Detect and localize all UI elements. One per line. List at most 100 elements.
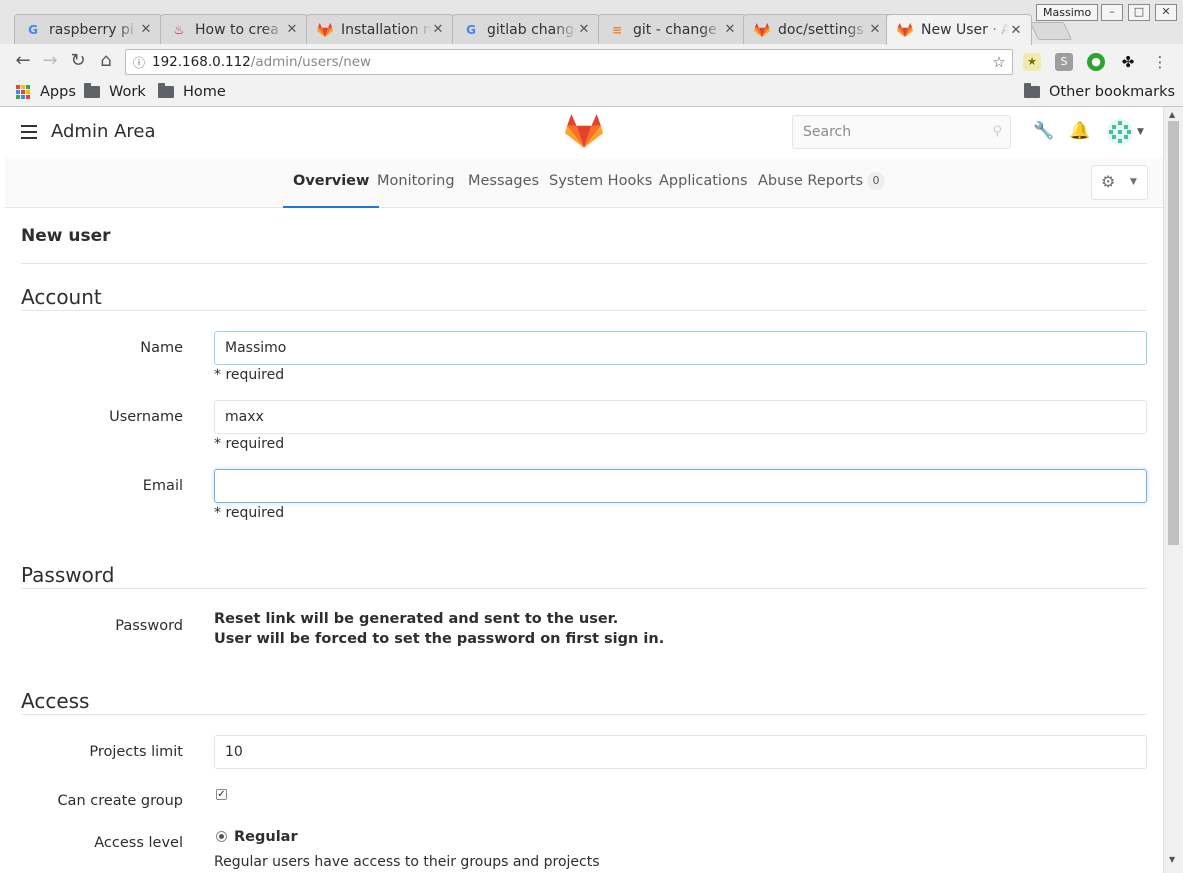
required-hint: * required [214,436,285,452]
browser-tab[interactable]: ≡ git - change ✕ [598,14,746,44]
close-icon[interactable]: ✕ [723,22,737,37]
search-input[interactable]: Search ⚲ [792,115,1011,149]
folder-icon [84,83,100,98]
menu-dots-icon[interactable]: ⋮ [1151,53,1169,71]
scrollbar[interactable]: ▲ ▼ [1163,107,1183,873]
chevron-down-icon[interactable]: ▼ [1137,127,1144,137]
stackoverflow-icon: ≡ [611,22,623,37]
google-icon: G [466,22,476,37]
search-icon: ⚲ [992,124,1002,139]
email-label: Email [142,478,183,494]
gear-icon: ⚙ [1101,172,1116,191]
info-icon[interactable]: ⓘ [126,54,152,71]
required-hint: * required [214,505,285,521]
reload-icon[interactable]: ↻ [65,48,91,74]
gitlab-icon [317,22,333,38]
header-title[interactable]: Admin Area [51,121,156,142]
tab-system-hooks[interactable]: System Hooks [549,158,652,208]
bookmark-folder-other[interactable]: Other bookmarks [1024,82,1175,102]
name-field[interactable]: Massimo [214,331,1147,365]
close-icon[interactable]: ✕ [431,22,445,37]
access-level-label: Access level [94,835,183,851]
raspberry-icon: ♨ [173,22,185,37]
tab-overview[interactable]: Overview [283,158,380,208]
access-level-help: Regular users have access to their group… [214,854,600,870]
url-path: /admin/users/new [250,54,372,70]
hamburger-menu-icon[interactable] [21,125,37,139]
maximize-icon[interactable]: □ [1128,4,1150,21]
abuse-count-badge: 0 [867,172,886,190]
bookmark-apps[interactable]: Apps [16,82,76,102]
close-icon[interactable]: ✕ [1009,23,1023,38]
name-label: Name [140,340,183,356]
admin-subnav: Overview Monitoring Messages System Hook… [5,158,1163,208]
back-icon[interactable]: ← [10,48,36,74]
divider [21,714,1147,715]
window-user-label[interactable]: Massimo [1036,4,1099,21]
browser-chrome: G raspberry pi ✕ ♨ How to crea ✕ Install… [0,0,1183,107]
forward-icon[interactable]: → [37,48,63,74]
account-heading: Account [21,285,102,309]
address-bar[interactable]: ⓘ 192.168.0.112/admin/users/new ☆ [125,49,1013,75]
tab-monitoring[interactable]: Monitoring [377,158,455,208]
tab-applications[interactable]: Applications [659,158,748,208]
bookmark-star-icon[interactable]: ☆ [986,53,1012,71]
settings-dropdown-button[interactable]: ⚙ ▼ [1091,165,1148,200]
close-icon[interactable]: ✕ [868,22,882,37]
close-icon[interactable]: ✕ [577,22,591,37]
minimize-icon[interactable]: – [1101,4,1123,21]
projects-limit-field[interactable]: 10 [214,735,1147,769]
tab-messages[interactable]: Messages [468,158,539,208]
browser-tab[interactable]: Installation m ✕ [306,14,454,44]
bell-icon[interactable]: 🔔 [1069,121,1091,143]
apps-grid-icon [16,85,30,99]
divider [21,588,1147,589]
gitlab-page: Admin Area Search ⚲ 🔧 🔔 ▼ Overview Monit… [5,107,1163,873]
access-level-regular-label[interactable]: Regular [234,829,298,845]
browser-tab[interactable]: G raspberry pi ✕ [14,14,162,44]
gitlab-logo-icon[interactable] [565,113,603,149]
projects-limit-label: Projects limit [89,744,183,760]
google-icon: G [28,22,38,37]
access-level-regular-radio[interactable] [216,831,227,842]
can-create-group-label: Can create group [57,793,183,809]
wrench-icon[interactable]: 🔧 [1033,121,1055,143]
username-field[interactable]: maxx [214,400,1147,434]
divider [21,263,1147,264]
extension-s-icon[interactable]: S [1055,53,1073,71]
scroll-down-icon[interactable]: ▼ [1169,855,1175,864]
browser-tab[interactable]: ♨ How to crea ✕ [160,14,308,44]
extension-icon[interactable]: ★ [1023,53,1041,71]
bookmark-folder-work[interactable]: Work [84,82,146,102]
access-heading: Access [21,689,90,713]
scrollbar-thumb[interactable] [1168,121,1179,545]
browser-tab[interactable]: G gitlab change ✕ [452,14,600,44]
bookmarks-bar: Apps Work Home Other bookmarks [0,78,1183,106]
browser-tab-active[interactable]: New User · A ✕ [886,14,1032,45]
required-hint: * required [214,367,285,383]
page-title: New user [21,226,111,246]
bookmark-folder-home[interactable]: Home [158,82,226,102]
window-close-icon[interactable]: ✕ [1155,4,1177,21]
avatar[interactable] [1107,119,1133,145]
gitlab-icon [897,22,913,38]
extension-green-icon[interactable]: ● [1087,53,1105,71]
gitlab-icon [754,22,770,38]
folder-icon [1024,83,1040,98]
browser-tab[interactable]: doc/settings ✕ [743,14,891,44]
username-label: Username [109,409,183,425]
email-field[interactable] [214,469,1147,503]
password-label: Password [115,618,183,634]
password-heading: Password [21,563,115,587]
tab-abuse-reports[interactable]: Abuse Reports 0 [758,158,886,208]
scroll-up-icon[interactable]: ▲ [1169,110,1175,119]
can-create-group-checkbox[interactable]: ✓ [216,789,227,800]
home-icon[interactable]: ⌂ [93,48,119,74]
url-host: 192.168.0.112 [152,54,251,70]
close-icon[interactable]: ✕ [285,22,299,37]
password-info-line1: Reset link will be generated and sent to… [214,611,619,627]
extension-gnome-icon[interactable]: ✤ [1119,53,1137,71]
divider [21,310,1147,311]
close-icon[interactable]: ✕ [139,22,153,37]
folder-icon [158,83,174,98]
